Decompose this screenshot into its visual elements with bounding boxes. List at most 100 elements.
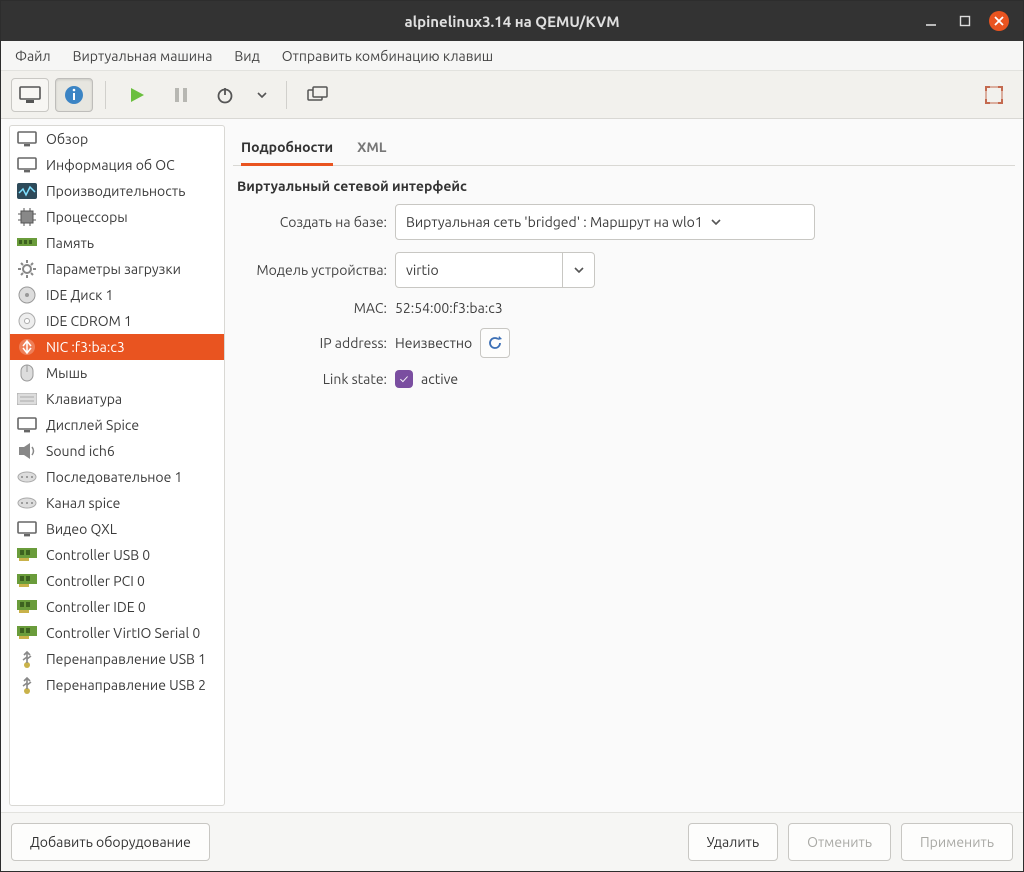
model-label: Модель устройства: — [237, 262, 387, 278]
pause-icon — [173, 87, 189, 103]
ip-label: IP address: — [237, 335, 387, 351]
usb-icon — [16, 676, 38, 694]
close-button[interactable] — [989, 11, 1009, 31]
monitor-icon — [16, 520, 38, 538]
menu-view[interactable]: Вид — [234, 48, 259, 64]
pci-icon — [16, 572, 38, 590]
mac-label: MAC: — [237, 300, 387, 316]
chevron-down-icon[interactable] — [562, 253, 594, 287]
snapshots-icon — [307, 86, 329, 104]
window-controls — [921, 11, 1023, 31]
sidebar-item[interactable]: Мышь — [10, 360, 224, 386]
gear-icon — [16, 260, 38, 278]
sidebar-item[interactable]: Клавиатура — [10, 386, 224, 412]
sidebar-item[interactable]: Последовательное 1 — [10, 464, 224, 490]
remove-button[interactable]: Удалить — [688, 823, 779, 861]
minimize-button[interactable] — [921, 11, 941, 31]
sidebar-item-label: Controller IDE 0 — [46, 599, 146, 615]
net-source-combo[interactable]: Виртуальная сеть 'bridged' : Маршрут на … — [395, 204, 815, 240]
link-state-checkbox[interactable]: ✓ — [395, 370, 413, 388]
sidebar-item[interactable]: IDE Диск 1 — [10, 282, 224, 308]
play-icon — [128, 86, 146, 104]
sidebar-item-label: Перенаправление USB 1 — [46, 651, 206, 667]
titlebar: alpinelinux3.14 на QEMU/KVM — [1, 1, 1023, 41]
net-source-value: Виртуальная сеть 'bridged' : Маршрут на … — [406, 214, 703, 230]
device-model-combo[interactable]: virtio — [395, 252, 595, 288]
disk-icon — [16, 286, 38, 304]
snapshots-button[interactable] — [299, 78, 337, 112]
mac-value: 52:54:00:f3:ba:c3 — [395, 300, 503, 316]
footer: Добавить оборудование Удалить Отменить П… — [1, 812, 1023, 871]
sidebar-item-label: Канал spice — [46, 495, 120, 511]
toolbar — [1, 71, 1023, 119]
details-view-button[interactable] — [55, 78, 93, 112]
refresh-ip-button[interactable] — [480, 328, 510, 358]
shutdown-button[interactable] — [206, 78, 244, 112]
sidebar-item-label: Видео QXL — [46, 521, 117, 537]
sidebar-item[interactable]: Обзор — [10, 126, 224, 152]
sidebar-item[interactable]: Controller VirtIO Serial 0 — [10, 620, 224, 646]
serial-icon — [16, 494, 38, 512]
sidebar-item-label: Информация об ОС — [46, 157, 175, 173]
sidebar-item[interactable]: Параметры загрузки — [10, 256, 224, 282]
sidebar-item-label: Память — [46, 235, 94, 251]
sidebar-item[interactable]: Видео QXL — [10, 516, 224, 542]
sidebar-item[interactable]: Процессоры — [10, 204, 224, 230]
menu-sendkey[interactable]: Отправить комбинацию клавиш — [282, 48, 493, 64]
sidebar-item-label: Controller VirtIO Serial 0 — [46, 625, 200, 641]
sidebar-item[interactable]: IDE CDROM 1 — [10, 308, 224, 334]
sidebar-item-label: Обзор — [46, 131, 88, 147]
sidebar-item-label: IDE Диск 1 — [46, 287, 113, 303]
console-view-button[interactable] — [11, 78, 49, 112]
cpu-icon — [16, 208, 38, 226]
shutdown-menu-button[interactable] — [250, 78, 274, 112]
sidebar-item[interactable]: Controller IDE 0 — [10, 594, 224, 620]
menu-vm[interactable]: Виртуальная машина — [73, 48, 213, 64]
sidebar-item[interactable]: Перенаправление USB 2 — [10, 672, 224, 698]
tab-details[interactable]: Подробности — [241, 131, 333, 166]
menu-file[interactable]: Файл — [15, 48, 51, 64]
tabs: Подробности XML — [233, 125, 1015, 166]
details-pane: Подробности XML Виртуальный сетевой инте… — [229, 119, 1023, 812]
vm-details-window: alpinelinux3.14 на QEMU/KVM Файл Виртуал… — [0, 0, 1024, 872]
sidebar-item-label: NIC :f3:ba:c3 — [46, 339, 125, 355]
refresh-icon — [487, 335, 503, 351]
mem-icon — [16, 234, 38, 252]
chevron-down-icon — [711, 219, 721, 225]
monitor-icon — [16, 416, 38, 434]
sidebar-item[interactable]: Дисплей Spice — [10, 412, 224, 438]
pause-button[interactable] — [162, 78, 200, 112]
sidebar-item-label: Клавиатура — [46, 391, 122, 407]
sidebar-item[interactable]: Controller PCI 0 — [10, 568, 224, 594]
mouse-icon — [16, 364, 38, 382]
add-hardware-button[interactable]: Добавить оборудование — [11, 823, 210, 861]
sidebar-item[interactable]: Память — [10, 230, 224, 256]
sidebar-item[interactable]: NIC :f3:ba:c3 — [10, 334, 224, 360]
tab-xml[interactable]: XML — [357, 131, 386, 165]
fullscreen-icon — [985, 86, 1003, 104]
cancel-button[interactable]: Отменить — [788, 823, 891, 861]
sidebar-item[interactable]: Производительность — [10, 178, 224, 204]
sound-icon — [16, 442, 38, 460]
perf-icon — [16, 182, 38, 200]
sidebar-item[interactable]: Sound ich6 — [10, 438, 224, 464]
net-source-label: Создать на базе: — [237, 214, 387, 230]
pci-icon — [16, 598, 38, 616]
apply-button[interactable]: Применить — [901, 823, 1013, 861]
sidebar-item-label: IDE CDROM 1 — [46, 313, 132, 329]
sidebar-item-label: Процессоры — [46, 209, 128, 225]
maximize-button[interactable] — [955, 11, 975, 31]
sidebar-item-label: Controller USB 0 — [46, 547, 150, 563]
sidebar-item-label: Производительность — [46, 183, 185, 199]
monitor-icon — [16, 130, 38, 148]
device-model-value: virtio — [406, 262, 439, 278]
fullscreen-button[interactable] — [975, 78, 1013, 112]
sidebar-item[interactable]: Информация об ОС — [10, 152, 224, 178]
sidebar-item[interactable]: Канал spice — [10, 490, 224, 516]
hardware-sidebar[interactable]: Обзор Информация об ОС Производительность П… — [9, 125, 225, 806]
sidebar-item[interactable]: Перенаправление USB 1 — [10, 646, 224, 672]
sidebar-item-label: Параметры загрузки — [46, 261, 181, 277]
sidebar-item-label: Дисплей Spice — [46, 417, 139, 433]
sidebar-item[interactable]: Controller USB 0 — [10, 542, 224, 568]
run-button[interactable] — [118, 78, 156, 112]
